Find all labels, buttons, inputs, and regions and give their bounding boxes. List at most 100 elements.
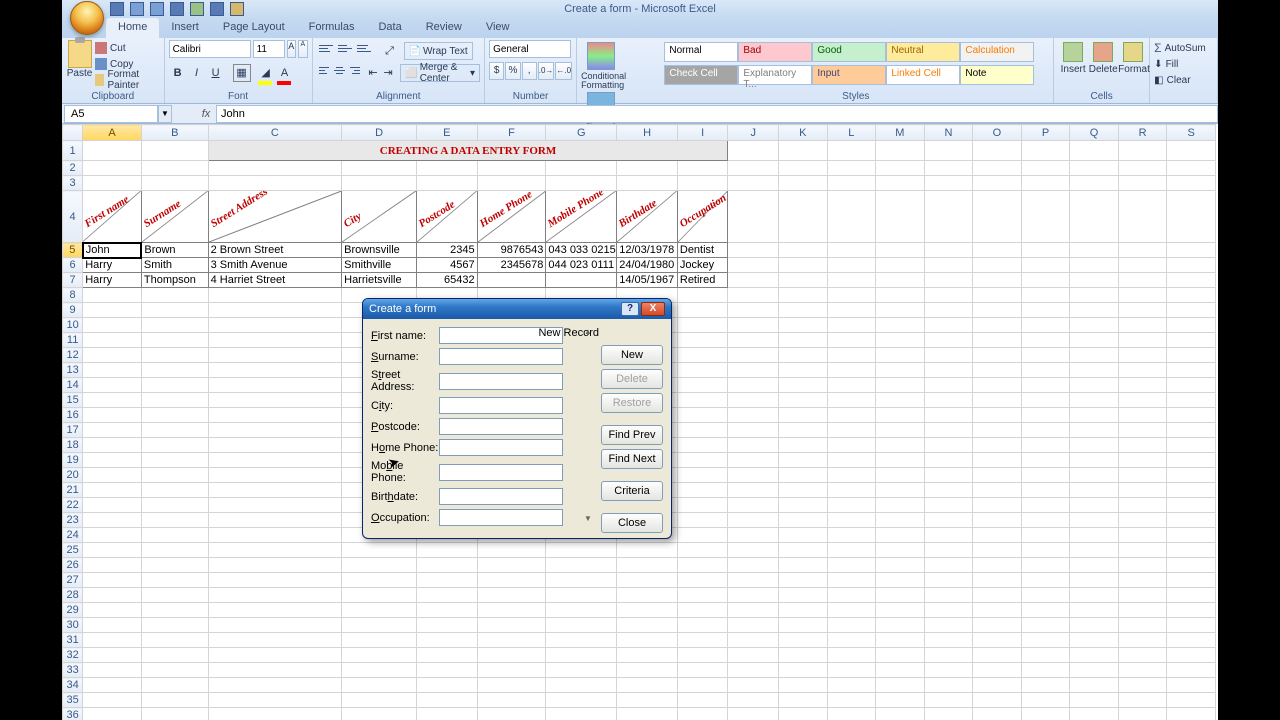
style-cell[interactable]: Linked Cell	[886, 65, 960, 85]
cell[interactable]	[546, 603, 617, 618]
cell[interactable]	[1167, 543, 1216, 558]
cell[interactable]	[1070, 468, 1119, 483]
cell[interactable]: City	[342, 191, 417, 243]
cell[interactable]	[83, 348, 142, 363]
cell[interactable]	[141, 513, 208, 528]
cell[interactable]	[141, 348, 208, 363]
cell[interactable]	[924, 678, 973, 693]
cell[interactable]	[141, 303, 208, 318]
cell[interactable]	[1167, 408, 1216, 423]
align-left-button[interactable]	[317, 64, 332, 82]
column-header[interactable]: L	[827, 125, 876, 141]
cell[interactable]	[1167, 438, 1216, 453]
cell[interactable]	[617, 573, 678, 588]
increase-indent-button[interactable]: ⇥	[381, 64, 395, 82]
cell[interactable]	[973, 618, 1022, 633]
cell[interactable]	[477, 588, 546, 603]
cell[interactable]	[83, 393, 142, 408]
dialog-close-form-button[interactable]: Close	[601, 513, 663, 533]
cell[interactable]	[779, 663, 828, 678]
cell[interactable]	[779, 191, 828, 243]
cell[interactable]	[677, 603, 728, 618]
row-header[interactable]: 7	[63, 273, 83, 288]
cell[interactable]	[1118, 558, 1167, 573]
cell[interactable]	[1021, 498, 1070, 513]
cell[interactable]	[1021, 348, 1070, 363]
cell[interactable]	[827, 453, 876, 468]
conditional-formatting-button[interactable]: Conditional Formatting	[581, 40, 621, 90]
cell[interactable]	[876, 708, 925, 720]
cell[interactable]	[1070, 408, 1119, 423]
cell[interactable]	[1070, 393, 1119, 408]
cell[interactable]	[924, 588, 973, 603]
cell[interactable]	[924, 648, 973, 663]
cell[interactable]: 4567	[416, 258, 477, 273]
row-header[interactable]: 33	[63, 663, 83, 678]
cell[interactable]	[208, 438, 342, 453]
cell[interactable]	[546, 176, 617, 191]
cell[interactable]	[546, 693, 617, 708]
row-header[interactable]: 5	[63, 243, 83, 258]
cell[interactable]	[728, 318, 779, 333]
cell[interactable]	[779, 423, 828, 438]
ribbon-tab-view[interactable]: View	[474, 18, 522, 38]
dialog-field-input[interactable]	[439, 418, 563, 435]
cell[interactable]	[827, 333, 876, 348]
cell[interactable]	[677, 176, 728, 191]
cell[interactable]	[973, 573, 1022, 588]
cell[interactable]	[973, 378, 1022, 393]
cell[interactable]	[1118, 663, 1167, 678]
cell[interactable]	[1167, 603, 1216, 618]
cell[interactable]	[779, 528, 828, 543]
cell[interactable]	[779, 176, 828, 191]
cell[interactable]	[141, 558, 208, 573]
cell[interactable]	[677, 363, 728, 378]
clear-button[interactable]: ◧Clear	[1154, 72, 1213, 88]
cell[interactable]	[973, 528, 1022, 543]
cell[interactable]	[416, 708, 477, 720]
cell[interactable]	[477, 693, 546, 708]
cell[interactable]	[1167, 648, 1216, 663]
cell[interactable]: 2 Brown Street	[208, 243, 342, 258]
row-header[interactable]: 22	[63, 498, 83, 513]
cell[interactable]	[1021, 618, 1070, 633]
cell[interactable]	[1167, 258, 1216, 273]
cell[interactable]	[728, 191, 779, 243]
ribbon-tab-insert[interactable]: Insert	[159, 18, 211, 38]
cell[interactable]	[1118, 363, 1167, 378]
cell[interactable]	[1118, 648, 1167, 663]
cell[interactable]	[876, 408, 925, 423]
cell[interactable]	[208, 176, 342, 191]
cell[interactable]	[924, 498, 973, 513]
cell[interactable]	[208, 543, 342, 558]
cell[interactable]	[342, 176, 417, 191]
cell[interactable]	[728, 303, 779, 318]
cell[interactable]	[416, 663, 477, 678]
cell[interactable]	[1021, 243, 1070, 258]
cell[interactable]	[208, 393, 342, 408]
cell[interactable]	[1070, 333, 1119, 348]
cell[interactable]	[141, 423, 208, 438]
cell[interactable]	[728, 648, 779, 663]
cell[interactable]	[1118, 191, 1167, 243]
cell[interactable]	[208, 663, 342, 678]
align-top-button[interactable]	[317, 42, 335, 60]
cell[interactable]	[779, 273, 828, 288]
cell[interactable]	[1070, 453, 1119, 468]
row-header[interactable]: 20	[63, 468, 83, 483]
name-box[interactable]	[64, 105, 158, 123]
percent-button[interactable]: %	[505, 62, 520, 80]
cell[interactable]	[827, 318, 876, 333]
cell[interactable]	[83, 513, 142, 528]
cell[interactable]	[924, 243, 973, 258]
style-cell[interactable]: Good	[812, 42, 886, 62]
format-painter-button[interactable]: Format Painter	[95, 72, 160, 88]
row-header[interactable]: 35	[63, 693, 83, 708]
italic-button[interactable]: I	[188, 64, 206, 82]
cell[interactable]: 9876543	[477, 243, 546, 258]
cell[interactable]	[1021, 273, 1070, 288]
cell[interactable]	[83, 573, 142, 588]
cell[interactable]	[876, 573, 925, 588]
cell[interactable]	[617, 558, 678, 573]
dialog-scrollbar[interactable]: ▲ ▼	[581, 327, 595, 523]
